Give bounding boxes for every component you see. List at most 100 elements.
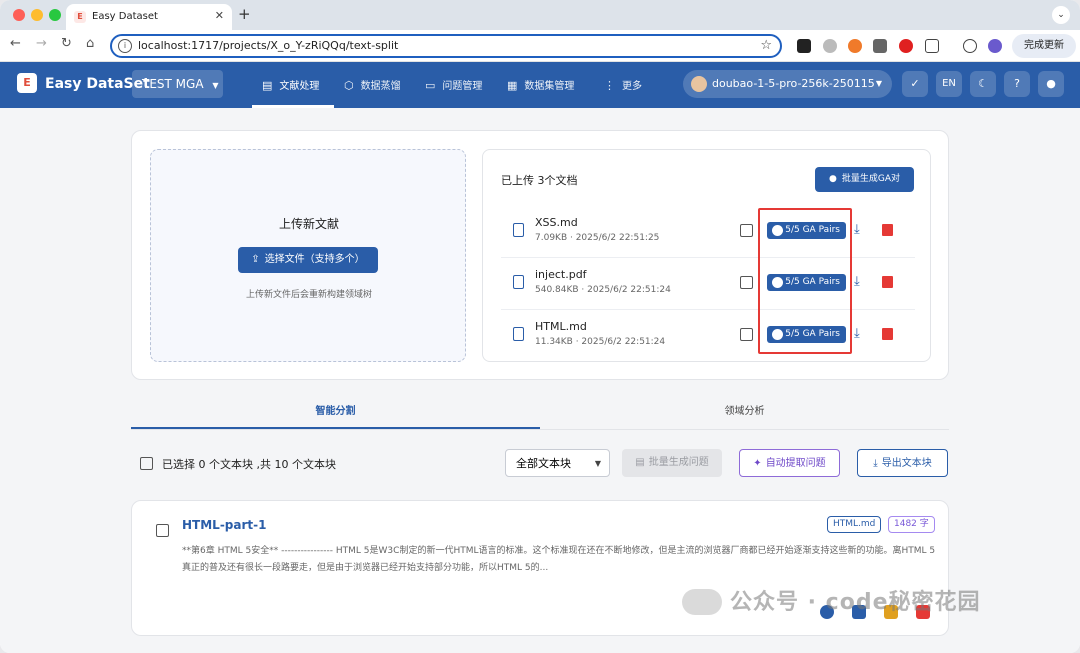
file-icon — [513, 327, 524, 341]
delete-icon[interactable] — [882, 224, 893, 236]
nav-datasets[interactable]: ▦ 数据集管理 — [507, 77, 574, 92]
profile-avatar-icon[interactable] — [988, 39, 1002, 53]
back-icon[interactable]: ← — [10, 36, 21, 51]
chat-icon: ▭ — [425, 79, 436, 92]
select-all-checkbox[interactable] — [140, 457, 153, 470]
doc-meta: 540.84KB · 2025/6/2 22:51:24 — [535, 285, 671, 295]
document-icon: ▤ — [262, 79, 273, 92]
nav-questions[interactable]: ▭ 问题管理 — [425, 77, 482, 92]
close-window-button[interactable] — [13, 9, 25, 21]
nav-more[interactable]: ⋮ 更多 — [604, 77, 642, 92]
nav-docs[interactable]: ▤ 文献处理 — [262, 77, 319, 92]
doc-row[interactable]: XSS.md 7.09KB · 2025/6/2 22:51:25 5/5 GA… — [501, 206, 915, 258]
doc-meta: 11.34KB · 2025/6/2 22:51:24 — [535, 337, 666, 346]
tab-strip: E Easy Dataset ✕ + ⌄ — [0, 0, 1080, 30]
delete-icon[interactable] — [882, 276, 893, 288]
doc-row[interactable]: HTML.md 11.34KB · 2025/6/2 22:51:24 5/5 … — [501, 310, 915, 346]
tab-search-chevron-icon[interactable]: ⌄ — [1052, 6, 1070, 24]
doc-checkbox[interactable] — [740, 224, 753, 237]
app-header: E Easy DataSet TEST MGA ▼ ▤ 文献处理 ⬡ 数据蒸馏 ▭ 问… — [0, 62, 1080, 108]
tab-domain-analysis[interactable]: 领域分析 — [540, 398, 949, 430]
puzzle-extensions-icon[interactable] — [925, 39, 939, 53]
doc-checkbox[interactable] — [740, 276, 753, 289]
chunk-char-count-tag: 1482 字 — [888, 516, 935, 533]
more-vertical-icon: ⋮ — [604, 79, 615, 92]
batch-generate-ga-button[interactable]: ● 批量生成GA对 — [815, 167, 914, 192]
chunk-file-tag: HTML.md — [827, 516, 882, 533]
cube-icon: ⬡ — [344, 79, 354, 92]
chevron-down-icon: ▼ — [875, 79, 882, 88]
magic-wand-icon: ✦ — [753, 458, 762, 469]
doc-row[interactable]: inject.pdf 540.84KB · 2025/6/2 22:51:24 … — [501, 258, 915, 310]
download-icon[interactable]: ⤓ — [854, 222, 860, 237]
auto-extract-questions-button[interactable]: ✦ 自动提取问题 — [739, 449, 840, 477]
model-avatar-icon — [691, 76, 707, 92]
check-circle-icon[interactable]: ✓ — [902, 71, 928, 97]
file-icon — [513, 275, 524, 289]
extension-icon[interactable] — [823, 39, 837, 53]
model-selector[interactable]: doubao-1-5-pro-256k-250115 ▼ — [683, 70, 892, 98]
nav-distill[interactable]: ⬡ 数据蒸馏 — [344, 77, 401, 92]
upload-hint: 上传新文件后会重新构建领域树 — [245, 290, 372, 300]
minimize-window-button[interactable] — [31, 9, 43, 21]
chevron-down-icon: ▼ — [212, 81, 219, 90]
download-icon[interactable]: ⤓ — [854, 274, 860, 289]
doc-name: HTML.md — [535, 320, 587, 333]
chunk-checkbox[interactable] — [156, 524, 169, 537]
tab-smart-split[interactable]: 智能分割 — [131, 398, 540, 430]
sync-icon[interactable] — [963, 39, 977, 53]
maximize-window-button[interactable] — [49, 9, 61, 21]
browser-toolbar: ← → ↻ ⌂ i localhost:1717/projects/X_o_Y-… — [0, 30, 1080, 62]
url-text: localhost:1717/projects/X_o_Y-zRiQQq/tex… — [138, 39, 399, 52]
doc-checkbox[interactable] — [740, 328, 753, 341]
bookmark-star-icon[interactable]: ☆ — [760, 38, 772, 53]
project-selector[interactable]: TEST MGA ▼ — [132, 70, 223, 98]
address-bar[interactable]: i localhost:1717/projects/X_o_Y-zRiQQq/t… — [110, 34, 782, 58]
home-icon[interactable]: ⌂ — [86, 36, 94, 51]
update-button[interactable]: 完成更新 — [1012, 34, 1076, 58]
bulb-icon: ● — [829, 174, 837, 184]
extension-icon[interactable] — [873, 39, 887, 53]
split-tabs: 智能分割 领域分析 — [131, 398, 949, 430]
delete-icon[interactable] — [882, 328, 893, 340]
language-button[interactable]: EN — [936, 71, 962, 97]
chunk-filter-select[interactable]: 全部文本块 ▼ — [505, 449, 610, 477]
tab-close-icon[interactable]: ✕ — [215, 9, 224, 22]
select-files-button[interactable]: ⇪ 选择文件（支持多个） — [238, 247, 378, 273]
chunk-title[interactable]: HTML-part-1 — [182, 518, 266, 532]
download-icon[interactable]: ⤓ — [854, 326, 860, 341]
export-chunks-button[interactable]: ⤓ 导出文本块 — [857, 449, 948, 477]
download-icon: ⤓ — [873, 458, 878, 469]
new-tab-icon[interactable]: + — [238, 5, 251, 23]
site-info-icon[interactable]: i — [118, 39, 132, 53]
upload-dropzone[interactable]: 上传新文献 ⇪ 选择文件（支持多个） 上传新文件后会重新构建领域树 — [150, 149, 466, 362]
extension-icon[interactable] — [797, 39, 811, 53]
file-icon — [513, 223, 524, 237]
extension-icon[interactable] — [899, 39, 913, 53]
help-icon[interactable]: ? — [1004, 71, 1030, 97]
selection-count: 已选择 0 个文本块 ,共 10 个文本块 — [162, 458, 336, 471]
app-logo-icon: E — [17, 73, 37, 93]
browser-tab[interactable]: E Easy Dataset ✕ — [66, 4, 232, 30]
upload-title: 上传新文献 — [278, 217, 339, 231]
wechat-logo-icon — [682, 589, 722, 615]
model-name: doubao-1-5-pro-256k-250115 — [712, 77, 875, 90]
favicon-icon: E — [74, 11, 86, 23]
reload-icon[interactable]: ↻ — [61, 36, 72, 51]
extension-icon[interactable] — [848, 39, 862, 53]
uploaded-docs-panel: 已上传 3个文档 ● 批量生成GA对 XSS.md 7.09KB · 2025/6… — [482, 149, 931, 362]
tab-title: Easy Dataset — [92, 11, 158, 22]
chevron-down-icon: ▼ — [594, 459, 601, 468]
doc-name: XSS.md — [535, 216, 578, 229]
list-icon: ▤ — [635, 457, 645, 468]
project-name: TEST MGA — [142, 77, 204, 91]
github-icon[interactable]: ● — [1038, 71, 1064, 97]
doc-name: inject.pdf — [535, 268, 587, 281]
batch-generate-questions-button[interactable]: ▤ 批量生成问题 — [622, 449, 722, 477]
forward-icon[interactable]: → — [36, 36, 47, 51]
grid-icon: ▦ — [507, 79, 518, 92]
doc-meta: 7.09KB · 2025/6/2 22:51:25 — [535, 233, 660, 243]
watermark-text: 公众号 · code秘密花园 — [730, 590, 981, 615]
uploaded-count: 已上传 3个文档 — [501, 174, 578, 187]
dark-mode-moon-icon[interactable]: ☾ — [970, 71, 996, 97]
